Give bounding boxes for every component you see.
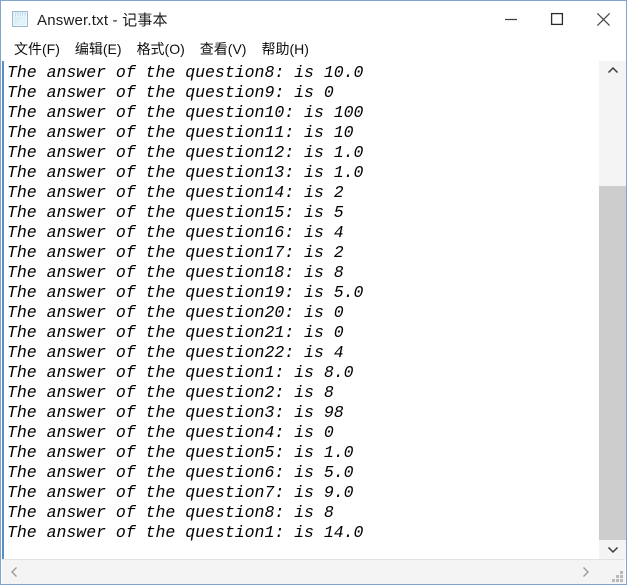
text-line: The answer of the question8: is 8 (7, 503, 334, 522)
text-line: The answer of the question14: is 2 (7, 183, 344, 202)
scroll-left-button[interactable] (2, 560, 27, 584)
title-bar[interactable]: Answer.txt - 记事本 (1, 1, 626, 37)
minimize-icon (505, 18, 517, 21)
minimize-button[interactable] (488, 1, 534, 37)
text-line: The answer of the question1: is 14.0 (7, 523, 364, 542)
vertical-scroll-thumb[interactable] (599, 186, 626, 542)
horizontal-scrollbar[interactable] (2, 559, 625, 584)
text-editor[interactable]: The answer of the question8: is 10.0 The … (2, 61, 598, 559)
text-line: The answer of the question8: is 10.0 (7, 63, 364, 82)
text-line: The answer of the question3: is 98 (7, 403, 344, 422)
chevron-down-icon (607, 546, 618, 554)
menu-bar: 文件(F) 编辑(E) 格式(O) 查看(V) 帮助(H) (1, 37, 626, 61)
text-line: The answer of the question6: is 5.0 (7, 463, 354, 482)
text-line: The answer of the question4: is 0 (7, 423, 334, 442)
text-line: The answer of the question22: is 4 (7, 343, 344, 362)
notepad-icon (11, 10, 29, 28)
text-line: The answer of the question20: is 0 (7, 303, 344, 322)
chevron-up-icon (607, 66, 618, 74)
vertical-scroll-track[interactable] (599, 80, 626, 542)
horizontal-scroll-track[interactable] (27, 560, 573, 584)
text-line: The answer of the question11: is 10 (7, 123, 354, 142)
text-line: The answer of the question17: is 2 (7, 243, 344, 262)
chevron-right-icon (583, 567, 589, 577)
text-line: The answer of the question9: is 0 (7, 83, 334, 102)
text-line: The answer of the question21: is 0 (7, 323, 344, 342)
text-line: The answer of the question10: is 100 (7, 103, 364, 122)
close-icon (596, 12, 610, 26)
text-line: The answer of the question12: is 1.0 (7, 143, 364, 162)
menu-item-help[interactable]: 帮助(H) (254, 37, 316, 61)
scroll-up-button[interactable] (599, 61, 626, 80)
text-line: The answer of the question1: is 8.0 (7, 363, 354, 382)
scroll-down-button[interactable] (599, 540, 626, 559)
text-line: The answer of the question18: is 8 (7, 263, 344, 282)
close-button[interactable] (580, 1, 626, 37)
text-line: The answer of the question2: is 8 (7, 383, 334, 402)
text-line: The answer of the question5: is 1.0 (7, 443, 354, 462)
menu-item-format[interactable]: 格式(O) (130, 37, 193, 61)
maximize-icon (550, 12, 564, 26)
text-line: The answer of the question16: is 4 (7, 223, 344, 242)
client-area: The answer of the question8: is 10.0 The … (1, 61, 626, 584)
window-controls (488, 1, 626, 37)
notepad-window: Answer.txt - 记事本 文件(F) 编辑(E) 格式(O) 查看(V)… (0, 0, 627, 585)
menu-item-file[interactable]: 文件(F) (7, 37, 68, 61)
scroll-right-button[interactable] (573, 560, 598, 584)
vertical-scrollbar[interactable] (598, 61, 626, 559)
text-line: The answer of the question7: is 9.0 (7, 483, 354, 502)
menu-item-view[interactable]: 查看(V) (193, 37, 255, 61)
text-line: The answer of the question13: is 1.0 (7, 163, 364, 182)
window-title: Answer.txt - 记事本 (37, 11, 168, 29)
text-line: The answer of the question15: is 5 (7, 203, 344, 222)
text-line: The answer of the question19: is 5.0 (7, 283, 364, 302)
menu-item-edit[interactable]: 编辑(E) (68, 37, 130, 61)
resize-grip-icon[interactable] (607, 566, 623, 582)
maximize-button[interactable] (534, 1, 580, 37)
text-content: The answer of the question8: is 10.0 The … (4, 61, 598, 543)
scrollbar-corner (598, 560, 625, 584)
chevron-left-icon (11, 567, 17, 577)
